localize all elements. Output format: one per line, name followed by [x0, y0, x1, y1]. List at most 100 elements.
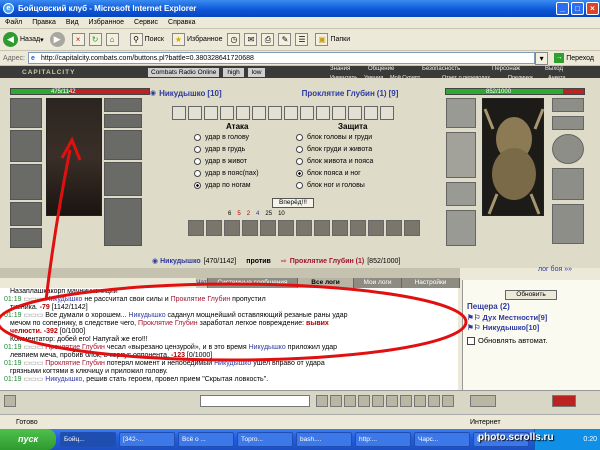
discuss-icon[interactable]: ☰ [295, 33, 309, 46]
player-name[interactable]: Никудышко [45, 296, 82, 303]
shield-slot[interactable] [104, 162, 142, 196]
dropdown-icon[interactable]: ▾ [535, 51, 549, 65]
tab-settings[interactable]: Настройки [402, 278, 460, 288]
menu-view[interactable]: Вид [61, 19, 84, 26]
address-input[interactable]: http://capitalcity.combats.com/buttons.p… [27, 52, 536, 64]
defense-radio[interactable] [296, 170, 303, 177]
player-name[interactable]: Проклятие Глубин [138, 320, 198, 327]
skill-icon[interactable] [260, 220, 276, 236]
attack-radio[interactable] [194, 182, 201, 189]
close-button[interactable]: × [586, 2, 599, 15]
chat-tool-icon[interactable] [442, 395, 454, 407]
gloves-slot[interactable] [104, 130, 142, 160]
auto-refresh-checkbox[interactable] [467, 336, 475, 345]
attack-radio[interactable] [194, 170, 201, 177]
chat-tool-icon[interactable] [400, 395, 412, 407]
print-icon[interactable]: ⎙ [261, 33, 275, 46]
minimize-button[interactable]: _ [556, 2, 569, 15]
skill-icon[interactable] [332, 220, 348, 236]
high-button[interactable]: high [223, 67, 244, 77]
low-button[interactable]: low [247, 67, 266, 77]
taskbar-task[interactable]: bash.... [296, 432, 352, 447]
favorites-button[interactable]: ★ Избранное [167, 31, 225, 49]
edit-icon[interactable]: ✎ [278, 33, 292, 46]
skill-icon[interactable] [368, 220, 384, 236]
nav-link-chat[interactable]: Общение [368, 66, 394, 72]
forward-button[interactable]: ▶ [47, 31, 70, 49]
defense-option[interactable]: блок живота и пояса [296, 158, 373, 165]
defense-radio[interactable] [296, 158, 303, 165]
nav-link-security[interactable]: Безопасность [422, 66, 460, 72]
nav-link-character[interactable]: Персонаж [492, 66, 520, 72]
ring-slot[interactable] [104, 114, 142, 128]
vs-right-name[interactable]: Проклятие Глубин (1) [290, 258, 365, 265]
folders-button[interactable]: ▣ Папки [310, 31, 353, 49]
chat-tool-icon[interactable] [4, 395, 16, 407]
history-icon[interactable]: ◷ [227, 33, 241, 46]
player-name[interactable]: Никудышко [249, 344, 286, 351]
boots-slot[interactable] [10, 228, 42, 248]
skill-icon[interactable] [350, 220, 366, 236]
defense-radio[interactable] [296, 134, 303, 141]
defense-option[interactable]: блок пояса и ног [296, 170, 361, 177]
menu-favorites[interactable]: Избранное [84, 19, 129, 26]
taskbar-task[interactable]: [342-... [119, 432, 175, 447]
battle-log-link[interactable]: лог боя »» [538, 266, 572, 273]
player-name[interactable]: Проклятие Глубин [45, 360, 105, 367]
taskbar-task[interactable]: Торго... [237, 432, 293, 447]
defense-radio[interactable] [296, 146, 303, 153]
back-button[interactable]: ◀ Назад ▾ [0, 31, 47, 49]
chat-input[interactable] [200, 395, 310, 407]
chat-tool-icon[interactable] [428, 395, 440, 407]
menu-tools[interactable]: Сервис [129, 19, 163, 26]
go-attack-button[interactable]: Вперёд!!! [272, 198, 314, 208]
taskbar-task[interactable]: Бойц... [60, 432, 116, 447]
player-name[interactable]: Никудышко [128, 312, 165, 319]
skill-icon[interactable] [314, 220, 330, 236]
attack-radio[interactable] [194, 158, 201, 165]
player-name[interactable]: Проклятие Глубин [45, 344, 105, 351]
attack-radio[interactable] [194, 146, 201, 153]
skill-icon[interactable] [296, 220, 312, 236]
info-icon[interactable]: ◉ [152, 257, 158, 265]
search-button[interactable]: ⚲ Поиск [125, 31, 167, 49]
attack-radio[interactable] [194, 134, 201, 141]
player-name[interactable]: Никудышко [214, 360, 251, 367]
go-button[interactable]: → Переход [548, 53, 600, 63]
chat-tool-icon[interactable] [330, 395, 342, 407]
menu-file[interactable]: Файл [0, 19, 27, 26]
player-name[interactable]: Проклятие Глубин [171, 296, 231, 303]
skill-icon[interactable] [386, 220, 402, 236]
legs-slot[interactable] [104, 198, 142, 246]
skill-icon[interactable] [224, 220, 240, 236]
chat-tool-icon[interactable] [414, 395, 426, 407]
menu-help[interactable]: Справка [163, 19, 200, 26]
attack-option[interactable]: удар в живот [194, 158, 247, 165]
start-button[interactable]: пуск [0, 429, 56, 450]
skill-icon[interactable] [206, 220, 222, 236]
skill-icon[interactable] [404, 220, 420, 236]
defense-radio[interactable] [296, 182, 303, 189]
taskbar-task[interactable]: http:... [355, 432, 411, 447]
skill-icon[interactable] [278, 220, 294, 236]
skill-icon[interactable] [188, 220, 204, 236]
chat-tool-icon[interactable] [386, 395, 398, 407]
refresh-icon[interactable]: ↻ [88, 33, 102, 46]
tab-my-logs[interactable]: Мои логи [354, 278, 402, 288]
tab-all-logs[interactable]: Все логи [298, 278, 354, 288]
vs-left-name[interactable]: Никудышко [160, 258, 201, 265]
nav-link-knowledge[interactable]: Знания [330, 66, 350, 72]
attack-option[interactable]: удар в пояс(пах) [194, 170, 259, 177]
nav-link-exit[interactable]: Выход [545, 66, 563, 72]
weapon-slot[interactable] [10, 130, 42, 162]
tab-system[interactable]: Системные сообщения [208, 278, 298, 288]
skill-icon[interactable] [242, 220, 258, 236]
right-fighter-name[interactable]: Проклятие Глубин [302, 89, 375, 98]
attack-option[interactable]: удар в голову [194, 134, 249, 141]
amulet-slot[interactable] [104, 98, 142, 112]
defense-option[interactable]: блок груди и живота [296, 146, 372, 153]
attack-option[interactable]: удар по ногам [194, 182, 251, 189]
taskbar-task[interactable]: Всё о ... [178, 432, 234, 447]
player-name[interactable]: Никудышко [45, 376, 82, 383]
armor-slot[interactable] [10, 164, 42, 200]
